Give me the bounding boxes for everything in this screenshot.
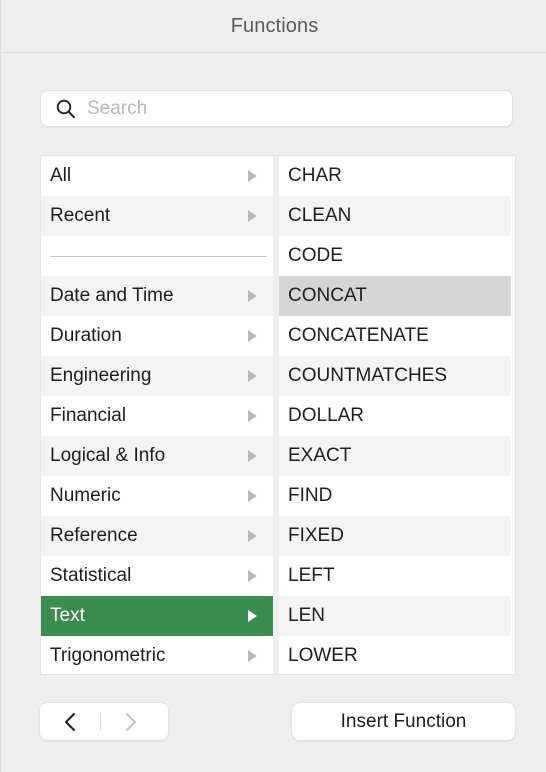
- chevron-right-icon: [125, 712, 137, 731]
- category-label: Recent: [50, 205, 111, 226]
- function-label: LOWER: [288, 645, 358, 666]
- panel-titlebar: Functions: [2, 0, 546, 53]
- category-label: Engineering: [50, 365, 152, 386]
- back-button[interactable]: [40, 703, 100, 740]
- category-label: Duration: [50, 325, 122, 346]
- category-row[interactable]: Logical & Info: [41, 436, 273, 476]
- category-row[interactable]: Numeric: [41, 476, 273, 516]
- function-label: CLEAN: [288, 205, 352, 226]
- category-row[interactable]: Financial: [41, 396, 273, 436]
- triangle-right-icon: [248, 410, 257, 422]
- category-row[interactable]: Trigonometric: [41, 636, 273, 674]
- search-icon: [56, 99, 76, 118]
- function-label: CONCAT: [288, 285, 367, 306]
- function-list[interactable]: CHAR CLEAN CODE CONCAT CONCATENATE COUNTMATCH…: [279, 156, 511, 674]
- category-label: Reference: [50, 525, 138, 546]
- chevron-left-icon: [64, 712, 76, 731]
- category-row[interactable]: Reference: [41, 516, 273, 556]
- triangle-right-icon: [248, 330, 257, 342]
- function-row[interactable]: COUNTMATCHES: [279, 356, 511, 396]
- category-label: Statistical: [50, 565, 132, 586]
- function-row[interactable]: LOWER: [279, 636, 511, 674]
- triangle-right-icon: [248, 490, 257, 502]
- function-label: LEN: [288, 605, 325, 626]
- category-label: Financial: [50, 405, 127, 426]
- function-label: COUNTMATCHES: [288, 365, 448, 386]
- function-label: CODE: [288, 245, 343, 266]
- function-label: LEFT: [288, 565, 335, 586]
- triangle-right-icon: [248, 530, 257, 542]
- category-row[interactable]: Date and Time: [41, 276, 273, 316]
- category-label: All: [50, 165, 72, 186]
- triangle-right-icon: [248, 370, 257, 382]
- function-row[interactable]: LEN: [279, 596, 511, 636]
- function-label: DOLLAR: [288, 405, 365, 426]
- triangle-right-icon: [248, 610, 257, 622]
- function-label: CHAR: [288, 165, 342, 186]
- category-row[interactable]: Statistical: [41, 556, 273, 596]
- function-row[interactable]: FIXED: [279, 516, 511, 556]
- search-input[interactable]: [87, 97, 487, 120]
- function-row[interactable]: CODE: [279, 236, 511, 276]
- category-separator: [41, 236, 273, 276]
- function-row[interactable]: CONCATENATE: [279, 316, 511, 356]
- category-row[interactable]: Recent: [41, 196, 273, 236]
- page-title: Functions: [230, 15, 319, 37]
- category-row[interactable]: All: [41, 156, 273, 196]
- category-label: Trigonometric: [50, 645, 166, 666]
- navigation-button-group[interactable]: [39, 702, 169, 741]
- function-browser: All Recent Date and Time Duration Engineerin…: [40, 155, 516, 675]
- function-row[interactable]: CONCAT: [279, 276, 511, 316]
- category-label: Logical & Info: [50, 445, 166, 466]
- function-row[interactable]: CLEAN: [279, 196, 511, 236]
- category-row[interactable]: Duration: [41, 316, 273, 356]
- function-row[interactable]: LEFT: [279, 556, 511, 596]
- function-label: EXACT: [288, 445, 352, 466]
- category-row[interactable]: Engineering: [41, 356, 273, 396]
- category-label: Date and Time: [50, 285, 174, 306]
- category-label: Numeric: [50, 485, 121, 506]
- category-row[interactable]: Text: [41, 596, 273, 636]
- function-label: FIND: [288, 485, 333, 506]
- triangle-right-icon: [248, 650, 257, 662]
- category-list[interactable]: All Recent Date and Time Duration Engineerin…: [41, 156, 279, 674]
- functions-panel: Functions All Recent Date and Time Duration…: [0, 0, 546, 772]
- function-row[interactable]: CHAR: [279, 156, 511, 196]
- function-row[interactable]: FIND: [279, 476, 511, 516]
- category-label: Text: [50, 605, 85, 626]
- function-label: FIXED: [288, 525, 344, 546]
- separator-line: [50, 256, 267, 257]
- function-label: CONCATENATE: [288, 325, 429, 346]
- triangle-right-icon: [248, 290, 257, 302]
- triangle-right-icon: [248, 450, 257, 462]
- insert-function-button[interactable]: Insert Function: [291, 702, 516, 741]
- function-row[interactable]: DOLLAR: [279, 396, 511, 436]
- triangle-right-icon: [248, 570, 257, 582]
- function-row[interactable]: EXACT: [279, 436, 511, 476]
- search-field[interactable]: [40, 90, 513, 127]
- forward-button[interactable]: [101, 703, 161, 740]
- triangle-right-icon: [248, 170, 257, 182]
- triangle-right-icon: [248, 210, 257, 222]
